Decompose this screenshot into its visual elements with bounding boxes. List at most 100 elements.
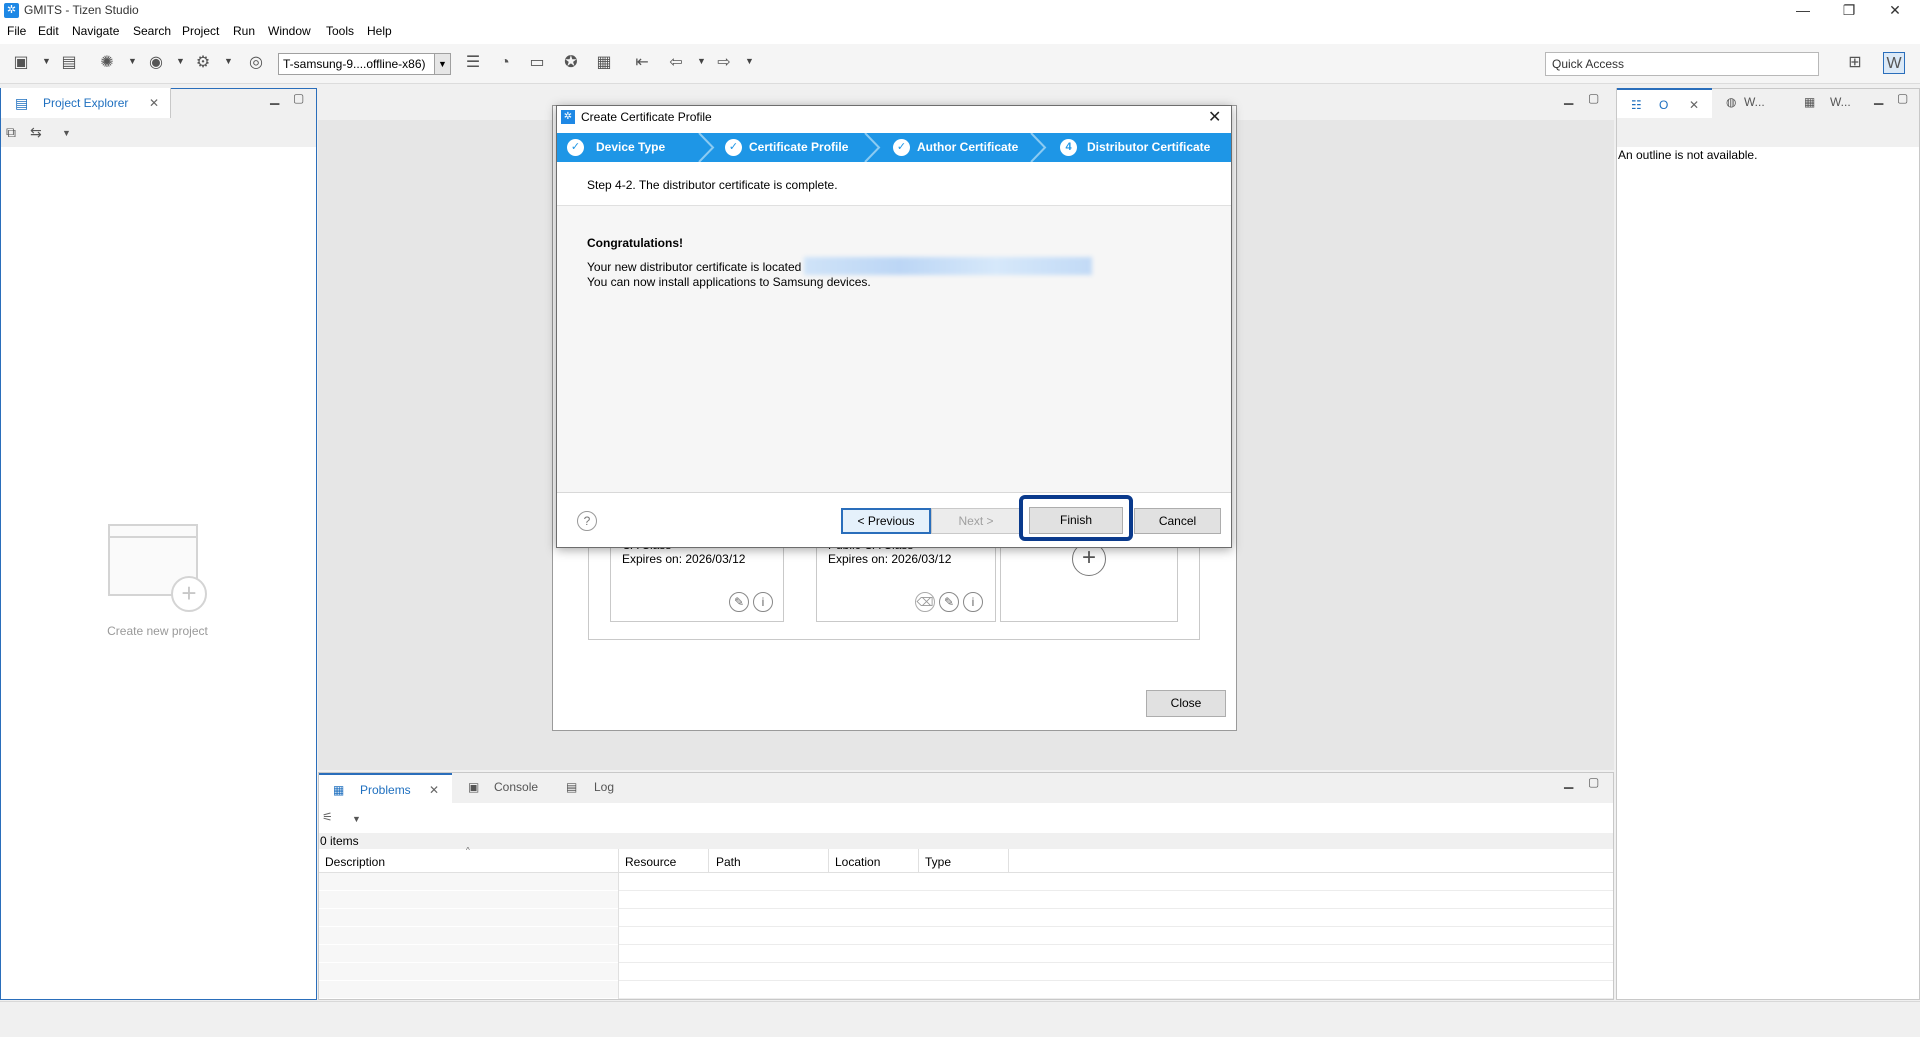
problems-maximize-icon[interactable]: ▢ bbox=[1588, 775, 1599, 789]
certificate-icon[interactable]: ✪ bbox=[560, 52, 582, 74]
analyzer-icon[interactable]: ▦ bbox=[593, 52, 615, 74]
tab-problems-label: Problems bbox=[360, 783, 411, 797]
tab-project-explorer-label: Project Explorer bbox=[43, 96, 129, 110]
globe-icon[interactable]: ◍ bbox=[1726, 95, 1736, 109]
tab-w1-label[interactable]: W... bbox=[1744, 95, 1765, 109]
tab-problems[interactable]: ▦ Problems ✕ bbox=[319, 773, 452, 803]
cancel-button[interactable]: Cancel bbox=[1134, 508, 1221, 534]
problems-minimize-icon[interactable]: ▁ bbox=[1564, 775, 1573, 789]
forward-dropdown-icon[interactable]: ▼ bbox=[745, 56, 754, 66]
last-edit-icon[interactable]: ⇤ bbox=[631, 52, 653, 74]
close-button[interactable]: Close bbox=[1146, 690, 1226, 717]
new-icon[interactable]: ▣ bbox=[10, 52, 32, 74]
minimize-button[interactable]: — bbox=[1780, 0, 1826, 22]
back-icon[interactable]: ⇦ bbox=[665, 52, 687, 74]
menu-help[interactable]: Help bbox=[367, 24, 392, 38]
location-text: Your new distributor certificate is loca… bbox=[587, 260, 802, 274]
menu-tools[interactable]: Tools bbox=[326, 24, 354, 38]
dialog-title: Create Certificate Profile bbox=[581, 110, 712, 124]
column-description[interactable]: Description bbox=[325, 855, 385, 869]
view-menu-icon[interactable]: ▼ bbox=[62, 128, 71, 138]
quick-access-input[interactable]: Quick Access bbox=[1545, 52, 1819, 76]
package-icon[interactable]: ▭ bbox=[526, 52, 548, 74]
info-icon[interactable]: i bbox=[963, 592, 983, 612]
debug-dropdown-icon[interactable]: ▼ bbox=[128, 56, 137, 66]
menu-run[interactable]: Run bbox=[233, 24, 255, 38]
column-type[interactable]: Type bbox=[925, 855, 951, 869]
close-icon[interactable]: ✕ bbox=[1689, 90, 1699, 120]
run-dropdown-icon[interactable]: ▼ bbox=[176, 56, 185, 66]
step-description: Step 4-2. The distributor certificate is… bbox=[587, 178, 838, 192]
congrats-heading: Congratulations! bbox=[587, 236, 683, 250]
close-icon[interactable]: ✕ bbox=[1208, 107, 1221, 127]
stop-icon[interactable]: ◎ bbox=[245, 52, 267, 74]
previous-button[interactable]: < Previous bbox=[841, 508, 931, 534]
log-icon[interactable]: ▤ bbox=[566, 780, 577, 794]
menu-project[interactable]: Project bbox=[182, 24, 219, 38]
close-icon[interactable]: ✕ bbox=[429, 775, 439, 805]
column-resource[interactable]: Resource bbox=[625, 855, 676, 869]
forward-icon[interactable]: ⇨ bbox=[713, 52, 735, 74]
close-icon[interactable]: ✕ bbox=[149, 88, 159, 118]
open-perspective-icon[interactable]: ⊞ bbox=[1844, 52, 1866, 74]
editor-minimize-icon[interactable]: ▁ bbox=[1564, 91, 1573, 105]
edit-icon[interactable]: ✎ bbox=[729, 592, 749, 612]
tab-console[interactable]: Console bbox=[494, 780, 538, 794]
web-perspective-icon[interactable]: W bbox=[1883, 52, 1905, 74]
calculator-icon[interactable]: ▦ bbox=[1804, 95, 1815, 109]
wizard-steps: ✓ Device Type ✓ Certificate Profile ✓ Au… bbox=[557, 133, 1231, 162]
console-icon[interactable]: ▣ bbox=[468, 780, 479, 794]
device-manager-icon[interactable]: ☰ bbox=[462, 52, 484, 74]
restore-button[interactable]: ❐ bbox=[1826, 0, 1872, 22]
menu-file[interactable]: File bbox=[7, 24, 26, 38]
add-icon[interactable]: + bbox=[171, 576, 207, 612]
menu-edit[interactable]: Edit bbox=[38, 24, 59, 38]
editor-maximize-icon[interactable]: ▢ bbox=[1588, 91, 1599, 105]
add-certificate-card[interactable]: + bbox=[1000, 540, 1178, 622]
collapse-all-icon[interactable]: ⧉ bbox=[6, 124, 16, 141]
delete-icon[interactable]: ⌫ bbox=[915, 592, 935, 612]
debug-icon[interactable]: ✺ bbox=[96, 52, 118, 74]
link-editor-icon[interactable]: ⇆ bbox=[30, 124, 42, 141]
emulator-icon[interactable]: ◔ bbox=[494, 52, 516, 74]
certificate-card[interactable]: Public CA Class Expires on: 2026/03/12 ⌫… bbox=[816, 538, 996, 622]
tab-log[interactable]: Log bbox=[594, 780, 614, 794]
column-location[interactable]: Location bbox=[835, 855, 880, 869]
menu-search[interactable]: Search bbox=[133, 24, 171, 38]
dialog-app-icon: ✲ bbox=[561, 110, 575, 124]
tab-outline[interactable]: ☷ O ✕ bbox=[1617, 88, 1712, 118]
tab-outline-label: O bbox=[1659, 98, 1669, 112]
table-rows bbox=[619, 873, 1613, 999]
tab-project-explorer[interactable]: ▤ Project Explorer ✕ bbox=[1, 88, 171, 118]
menu-navigate[interactable]: Navigate bbox=[72, 24, 119, 38]
window-title: GMITS - Tizen Studio bbox=[24, 3, 139, 17]
check-icon: ✓ bbox=[725, 139, 742, 156]
close-window-button[interactable]: ✕ bbox=[1872, 0, 1918, 22]
filter-icon[interactable]: ⚟ bbox=[322, 810, 333, 824]
chevron-down-icon[interactable]: ▼ bbox=[434, 54, 450, 74]
column-path[interactable]: Path bbox=[716, 855, 741, 869]
menu-window[interactable]: Window bbox=[268, 24, 311, 38]
external-tools-icon[interactable]: ⚙ bbox=[192, 52, 214, 74]
external-tools-dropdown-icon[interactable]: ▼ bbox=[224, 56, 233, 66]
target-device-select[interactable]: T-samsung-9....offline-x86) ▼ bbox=[278, 53, 451, 75]
minimize-panel-icon[interactable]: ▁ bbox=[270, 91, 279, 105]
new-dropdown-icon[interactable]: ▼ bbox=[42, 56, 51, 66]
save-icon[interactable]: ▤ bbox=[58, 52, 80, 74]
finish-button[interactable]: Finish bbox=[1029, 507, 1123, 534]
edit-icon[interactable]: ✎ bbox=[939, 592, 959, 612]
help-icon[interactable]: ? bbox=[577, 511, 597, 531]
run-icon[interactable]: ◉ bbox=[145, 52, 167, 74]
certificate-card[interactable]: CA Class Expires on: 2026/03/12 ✎ i bbox=[610, 538, 784, 622]
outline-maximize-icon[interactable]: ▢ bbox=[1897, 91, 1908, 105]
view-menu-icon[interactable]: ▼ bbox=[352, 814, 361, 824]
outline-minimize-icon[interactable]: ▁ bbox=[1874, 91, 1883, 105]
card-expiry: Expires on: 2026/03/12 bbox=[622, 552, 746, 566]
next-button[interactable]: Next > bbox=[931, 508, 1021, 534]
create-new-project-link[interactable]: Create new project bbox=[100, 624, 215, 638]
info-icon[interactable]: i bbox=[753, 592, 773, 612]
problems-icon: ▦ bbox=[333, 783, 345, 797]
tab-w2-label[interactable]: W... bbox=[1830, 95, 1851, 109]
maximize-panel-icon[interactable]: ▢ bbox=[293, 91, 304, 105]
back-dropdown-icon[interactable]: ▼ bbox=[697, 56, 706, 66]
